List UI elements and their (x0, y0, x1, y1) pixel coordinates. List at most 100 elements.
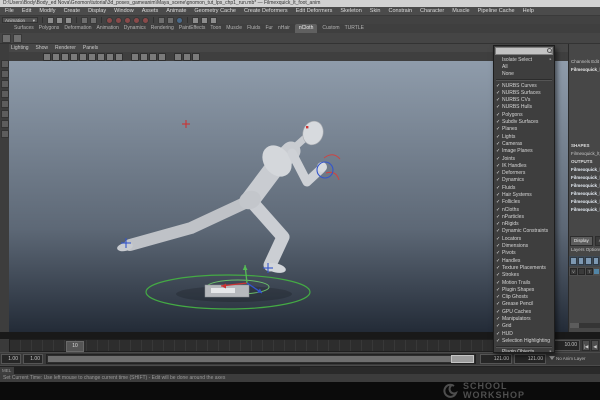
output-node[interactable]: Filmexquick_lt_foot_anim (569, 182, 600, 190)
shelf-tab-turtle[interactable]: TURTLE (345, 24, 364, 33)
tab-anim-layers[interactable]: Anim (595, 236, 600, 246)
move-layer-up-icon[interactable] (570, 257, 577, 265)
selected-object-name[interactable]: Filmexquick_lt_foot_anim (569, 66, 600, 74)
shelf-tab-custom[interactable]: Custom (322, 24, 339, 33)
menu-item-ik-handles[interactable]: IK Handles (494, 162, 554, 169)
menu-item-image-planes[interactable]: Image Planes (494, 148, 554, 155)
tab-display-layers[interactable]: Display (570, 236, 593, 246)
range-slider-handle[interactable] (451, 355, 474, 363)
snap-plane-icon[interactable] (133, 17, 140, 24)
menu-item-grease-pencil[interactable]: Grease Pencil (494, 301, 554, 308)
menu-item-manipulators[interactable]: Manipulators (494, 315, 554, 322)
output-node[interactable]: Filmexquick_lt_foot_anim (569, 190, 600, 198)
menu-item-nrigids[interactable]: nRigids (494, 221, 554, 228)
lights-icon[interactable] (158, 53, 166, 61)
film-gate-icon[interactable] (97, 53, 105, 61)
menu-skin[interactable]: Skin (370, 7, 381, 15)
menu-item-cameras[interactable]: Cameras (494, 140, 554, 147)
play-backwards-button[interactable]: ◀ (591, 340, 599, 351)
menu-item-nparticles[interactable]: nParticles (494, 213, 554, 220)
shelf-tab-fur[interactable]: Fur (265, 24, 273, 33)
menu-item-fluids[interactable]: Fluids (494, 184, 554, 191)
animation-end-field[interactable]: 121.00 (514, 354, 546, 364)
redo-icon[interactable] (90, 17, 97, 24)
snap-grid-icon[interactable] (106, 17, 113, 24)
lasso-tool-icon[interactable] (1, 70, 9, 78)
menu-item-isolate-select[interactable]: Isolate Select ‣ (494, 56, 554, 63)
shelf-tab-dynamics[interactable]: Dynamics (124, 24, 146, 33)
shelf-tab-muscle[interactable]: Muscle (226, 24, 242, 33)
select-camera-icon[interactable] (43, 53, 51, 61)
layout-four-pane-icon[interactable] (1, 130, 9, 138)
panel-menu-renderer[interactable]: Renderer (55, 44, 76, 52)
menu-create[interactable]: Create (64, 7, 81, 15)
xray-icon[interactable] (183, 53, 191, 61)
isolate-select-icon[interactable] (174, 53, 182, 61)
undo-icon[interactable] (81, 17, 88, 24)
menu-search-input[interactable] (496, 48, 546, 54)
menu-file[interactable]: File (5, 7, 14, 15)
menu-item-ncloths[interactable]: nCloths (494, 206, 554, 213)
shelf-tab-surfaces[interactable]: Surfaces (14, 24, 34, 33)
menu-item-nurbs-curves[interactable]: NURBS Curves (494, 82, 554, 89)
output-node[interactable]: Filmexquick_lt_foot_anim (569, 198, 600, 206)
layer-playback-toggle[interactable] (578, 268, 585, 275)
shelf-tab-animation[interactable]: Animation (97, 24, 119, 33)
menu-item-none[interactable]: None (494, 71, 554, 78)
animation-start-field[interactable]: 1.00 (1, 354, 21, 364)
menu-item-locators[interactable]: Locators (494, 235, 554, 242)
menu-item-subdiv-surfaces[interactable]: Subdiv Surfaces (494, 118, 554, 125)
display-layer-row[interactable]: V T (569, 267, 600, 276)
menu-constrain[interactable]: Constrain (388, 7, 412, 15)
menu-item-handles[interactable]: Handles (494, 257, 554, 264)
menu-window[interactable]: Window (114, 7, 134, 15)
menu-item-nurbs-hulls[interactable]: NURBS Hulls (494, 104, 554, 111)
move-layer-down-icon[interactable] (578, 257, 585, 265)
snap-surface-icon[interactable] (142, 17, 149, 24)
layer-display-type-toggle[interactable]: T (586, 268, 593, 275)
select-tool-icon[interactable] (1, 60, 9, 68)
menu-animate[interactable]: Animate (166, 7, 186, 15)
step-back-button[interactable]: |◀ (582, 340, 590, 351)
antialiasing-icon[interactable] (192, 53, 200, 61)
menu-item-all[interactable]: All (494, 63, 554, 70)
output-connections-icon[interactable] (167, 17, 174, 24)
shelf-tab-painteffects[interactable]: PaintEffects (179, 24, 206, 33)
new-layer-icon[interactable] (593, 257, 600, 265)
panel-menu-show[interactable]: Show (36, 44, 49, 52)
menu-item-plugin-shapes[interactable]: Plugin Shapes (494, 286, 554, 293)
shelf-tab-ncloth-active[interactable]: nCloth (295, 24, 317, 33)
new-scene-icon[interactable] (47, 17, 54, 24)
layer-visibility-toggle[interactable]: V (570, 268, 577, 275)
scale-tool-icon[interactable] (1, 110, 9, 118)
menu-item-clip-ghosts[interactable]: Clip Ghosts (494, 294, 554, 301)
snap-point-icon[interactable] (124, 17, 131, 24)
menu-item-motion-trails[interactable]: Motion Trails (494, 279, 554, 286)
menu-item-hud[interactable]: HUD (494, 330, 554, 337)
shelf-tab-deformation[interactable]: Deformation (64, 24, 91, 33)
range-slider[interactable] (46, 354, 476, 364)
open-scene-icon[interactable] (56, 17, 63, 24)
render-settings-icon[interactable] (210, 17, 217, 24)
gate-mask-icon[interactable] (115, 53, 123, 61)
shelf-tab-nhair[interactable]: nHair (278, 24, 290, 33)
shelf-tab-rendering[interactable]: Rendering (151, 24, 174, 33)
move-tool-icon[interactable] (1, 90, 9, 98)
menu-display[interactable]: Display (88, 7, 106, 15)
shelf-menu-icon[interactable] (2, 34, 11, 43)
snap-curve-icon[interactable] (115, 17, 122, 24)
bookmarks-icon[interactable] (70, 53, 78, 61)
menu-item-texture-placements[interactable]: Texture Placements (494, 264, 554, 271)
chevron-down-icon[interactable] (549, 356, 555, 360)
panel-menu-panels[interactable]: Panels (83, 44, 98, 52)
menu-skeleton[interactable]: Skeleton (340, 7, 361, 15)
range-slider-bar[interactable] (48, 356, 474, 362)
shaded-icon[interactable] (140, 53, 148, 61)
viewport-canvas[interactable] (9, 61, 568, 332)
grid-toggle-icon[interactable] (88, 53, 96, 61)
command-line-input[interactable] (14, 367, 300, 374)
rotate-tool-icon[interactable] (1, 100, 9, 108)
layer-editor-menu[interactable]: Layers Options (569, 246, 600, 254)
menu-item-grid[interactable]: Grid (494, 323, 554, 330)
menu-item-strokes[interactable]: Strokes (494, 272, 554, 279)
